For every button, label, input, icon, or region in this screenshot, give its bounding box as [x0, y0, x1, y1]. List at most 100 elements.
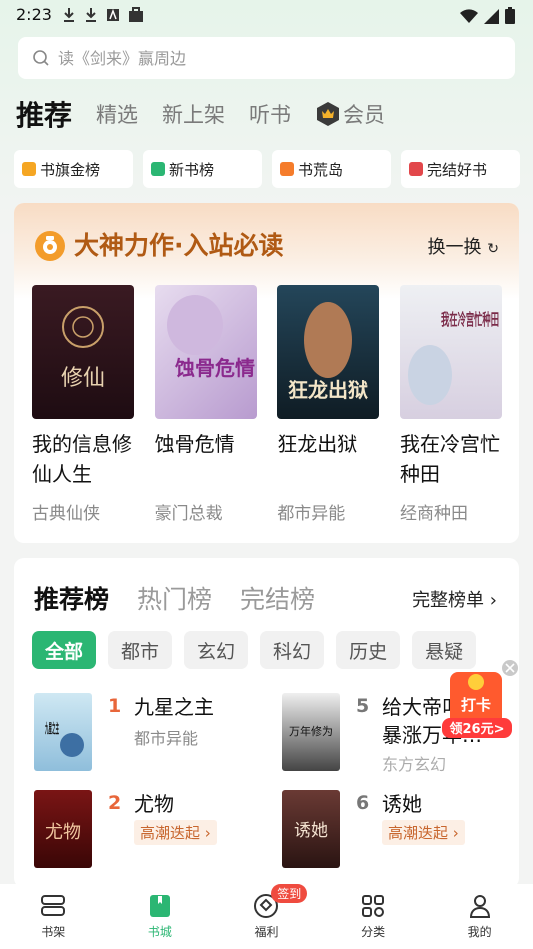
category-chips: 全部 都市 玄幻 科幻 历史 悬疑	[32, 631, 477, 669]
book-cover: 万年修为	[282, 693, 340, 771]
ranking-tabs: 推荐榜 热门榜 完结榜	[34, 580, 343, 616]
checkin-badge: 签到	[271, 884, 308, 903]
download-icon	[86, 8, 96, 22]
nav-category[interactable]: 分类	[320, 884, 427, 949]
cover-title: 蚀骨危情	[174, 356, 255, 380]
featured-book[interactable]: 狂龙出狱 狂龙出狱 都市异能	[277, 285, 380, 524]
full-list-label: 完整榜单	[412, 590, 485, 611]
ranking-item[interactable]: 九星之主 1 九星之主 都市异能	[34, 693, 274, 773]
tab-vip-label: 会员	[343, 103, 386, 127]
chevron-right-icon: ›	[489, 590, 497, 611]
nav-label: 书城	[147, 925, 172, 939]
rank-number: 6	[356, 792, 370, 814]
book-cover-art: 尤物	[45, 822, 81, 843]
checkin-title: 打卡	[461, 696, 491, 714]
tab-vip[interactable]: 会员	[315, 99, 385, 129]
cover-title: 九星之主	[45, 721, 59, 737]
book-cover-art: 修仙	[61, 306, 105, 391]
chip-urban[interactable]: 都市	[108, 631, 173, 669]
ranking-tab-recommend[interactable]: 推荐榜	[34, 580, 109, 616]
ranking-book-title: 九星之主	[134, 695, 214, 719]
featured-book-list: 修仙 我的信息修仙人生 古典仙侠 蚀骨危情 蚀骨危情 豪门总裁 狂龙出狱 狂龙出…	[32, 285, 502, 524]
quick-entry-gold-list[interactable]: 书旗金榜	[14, 150, 133, 188]
refresh-icon: ↻	[487, 241, 499, 257]
nav-bookshelf[interactable]: 书架	[0, 884, 107, 949]
book-cover-art: 蚀骨危情	[166, 295, 255, 380]
nav-label: 分类	[361, 925, 386, 939]
cover-title: 诱她	[294, 821, 328, 841]
rank-number: 1	[108, 695, 122, 717]
switch-button[interactable]: 换一换 ↻	[428, 233, 499, 259]
ranking-item[interactable]: 尤物 2 尤物 高潮迭起 ›	[34, 790, 274, 870]
status-time: 2:23	[16, 5, 52, 24]
quick-entry-label: 书荒岛	[298, 160, 344, 179]
chip-all[interactable]: 全部	[32, 631, 97, 669]
ranking-tab-finished[interactable]: 完结榜	[240, 580, 315, 616]
book-icon	[409, 162, 423, 176]
vip-crown-icon	[317, 102, 340, 126]
bookshelf-icon	[41, 895, 66, 916]
tab-audiobook[interactable]: 听书	[249, 99, 291, 129]
search-bar[interactable]	[18, 37, 515, 79]
tab-selected[interactable]: 精选	[96, 99, 138, 129]
tab-recommend[interactable]: 推荐	[16, 94, 72, 134]
book-cover: 九星之主	[34, 693, 92, 771]
tab-new-arrivals[interactable]: 新上架	[162, 99, 225, 129]
book-cover: 我在冷宫忙种田	[399, 285, 502, 419]
nav-welfare[interactable]: 福利 签到	[213, 884, 320, 949]
ranking-item[interactable]: 诱她 6 诱她 高潮迭起 ›	[282, 790, 519, 870]
quick-entry-row: 书旗金榜 新书榜 书荒岛 完结好书	[14, 150, 520, 188]
app-a-icon	[107, 8, 119, 21]
ranking-book-category: 都市异能	[134, 729, 199, 748]
quick-entry-finished-books[interactable]: 完结好书	[401, 150, 520, 188]
ranking-book-category: 东方玄幻	[382, 755, 447, 774]
nav-label: 我的	[467, 925, 492, 939]
cover-title: 万年修为	[289, 724, 333, 738]
switch-label: 换一换	[427, 237, 482, 258]
checkin-float-badge[interactable]: 打卡 领26元>	[440, 660, 520, 750]
featured-title: 大神力作·入站必读	[74, 231, 284, 260]
search-input[interactable]	[58, 48, 478, 68]
book-title: 我的信息修仙人生	[32, 432, 132, 486]
search-icon	[33, 50, 49, 66]
book-title: 蚀骨危情	[154, 432, 235, 456]
bookstore-icon	[149, 895, 170, 917]
cover-title: 修仙	[61, 366, 105, 391]
nav-label: 福利	[254, 925, 279, 939]
quick-entry-label: 完结好书	[427, 160, 488, 179]
quick-entry-book-island[interactable]: 书荒岛	[272, 150, 391, 188]
battery-icon	[505, 7, 515, 24]
top-tabs: 推荐 精选 新上架 听书 会员	[16, 94, 409, 134]
book-title: 狂龙出狱	[277, 432, 358, 456]
nav-label: 书架	[41, 925, 66, 939]
rank-number: 5	[356, 695, 370, 717]
book-title: 我在冷宫忙种田	[399, 432, 500, 486]
notification-icons	[62, 7, 144, 23]
chip-history[interactable]: 历史	[336, 631, 401, 669]
signal-icon	[484, 9, 499, 24]
cover-title: 尤物	[45, 822, 81, 843]
cover-title: 狂龙出狱	[288, 378, 368, 402]
chip-fantasy[interactable]: 玄幻	[184, 631, 249, 669]
nav-profile[interactable]: 我的	[426, 884, 533, 949]
quick-entry-label: 书旗金榜	[40, 160, 101, 179]
nav-bookstore[interactable]: 书城	[107, 884, 214, 949]
checkin-badge-art: 打卡 领26元>	[442, 660, 518, 738]
chip-scifi[interactable]: 科幻	[260, 631, 325, 669]
status-bar: 2:23	[0, 0, 533, 30]
featured-book[interactable]: 蚀骨危情 蚀骨危情 豪门总裁	[154, 285, 257, 524]
book-cover-art: 狂龙出狱	[288, 302, 368, 402]
tag-label: 高潮迭起	[388, 824, 449, 842]
book-cover-art: 九星之主	[45, 721, 84, 757]
book-cover: 尤物	[34, 790, 92, 868]
briefcase-icon	[129, 7, 143, 22]
book-cover: 诱她	[282, 790, 340, 868]
ranking-tab-hot[interactable]: 热门榜	[137, 580, 212, 616]
book-cover: 狂龙出狱	[277, 285, 380, 419]
system-icons	[460, 7, 515, 24]
wifi-icon	[460, 9, 478, 23]
full-list-link[interactable]: 完整榜单 ›	[412, 586, 497, 612]
featured-book[interactable]: 修仙 我的信息修仙人生 古典仙侠	[32, 285, 134, 524]
featured-book[interactable]: 我在冷宫忙种田 我在冷宫忙种田 经商种田	[399, 285, 502, 524]
quick-entry-new-list[interactable]: 新书榜	[143, 150, 262, 188]
